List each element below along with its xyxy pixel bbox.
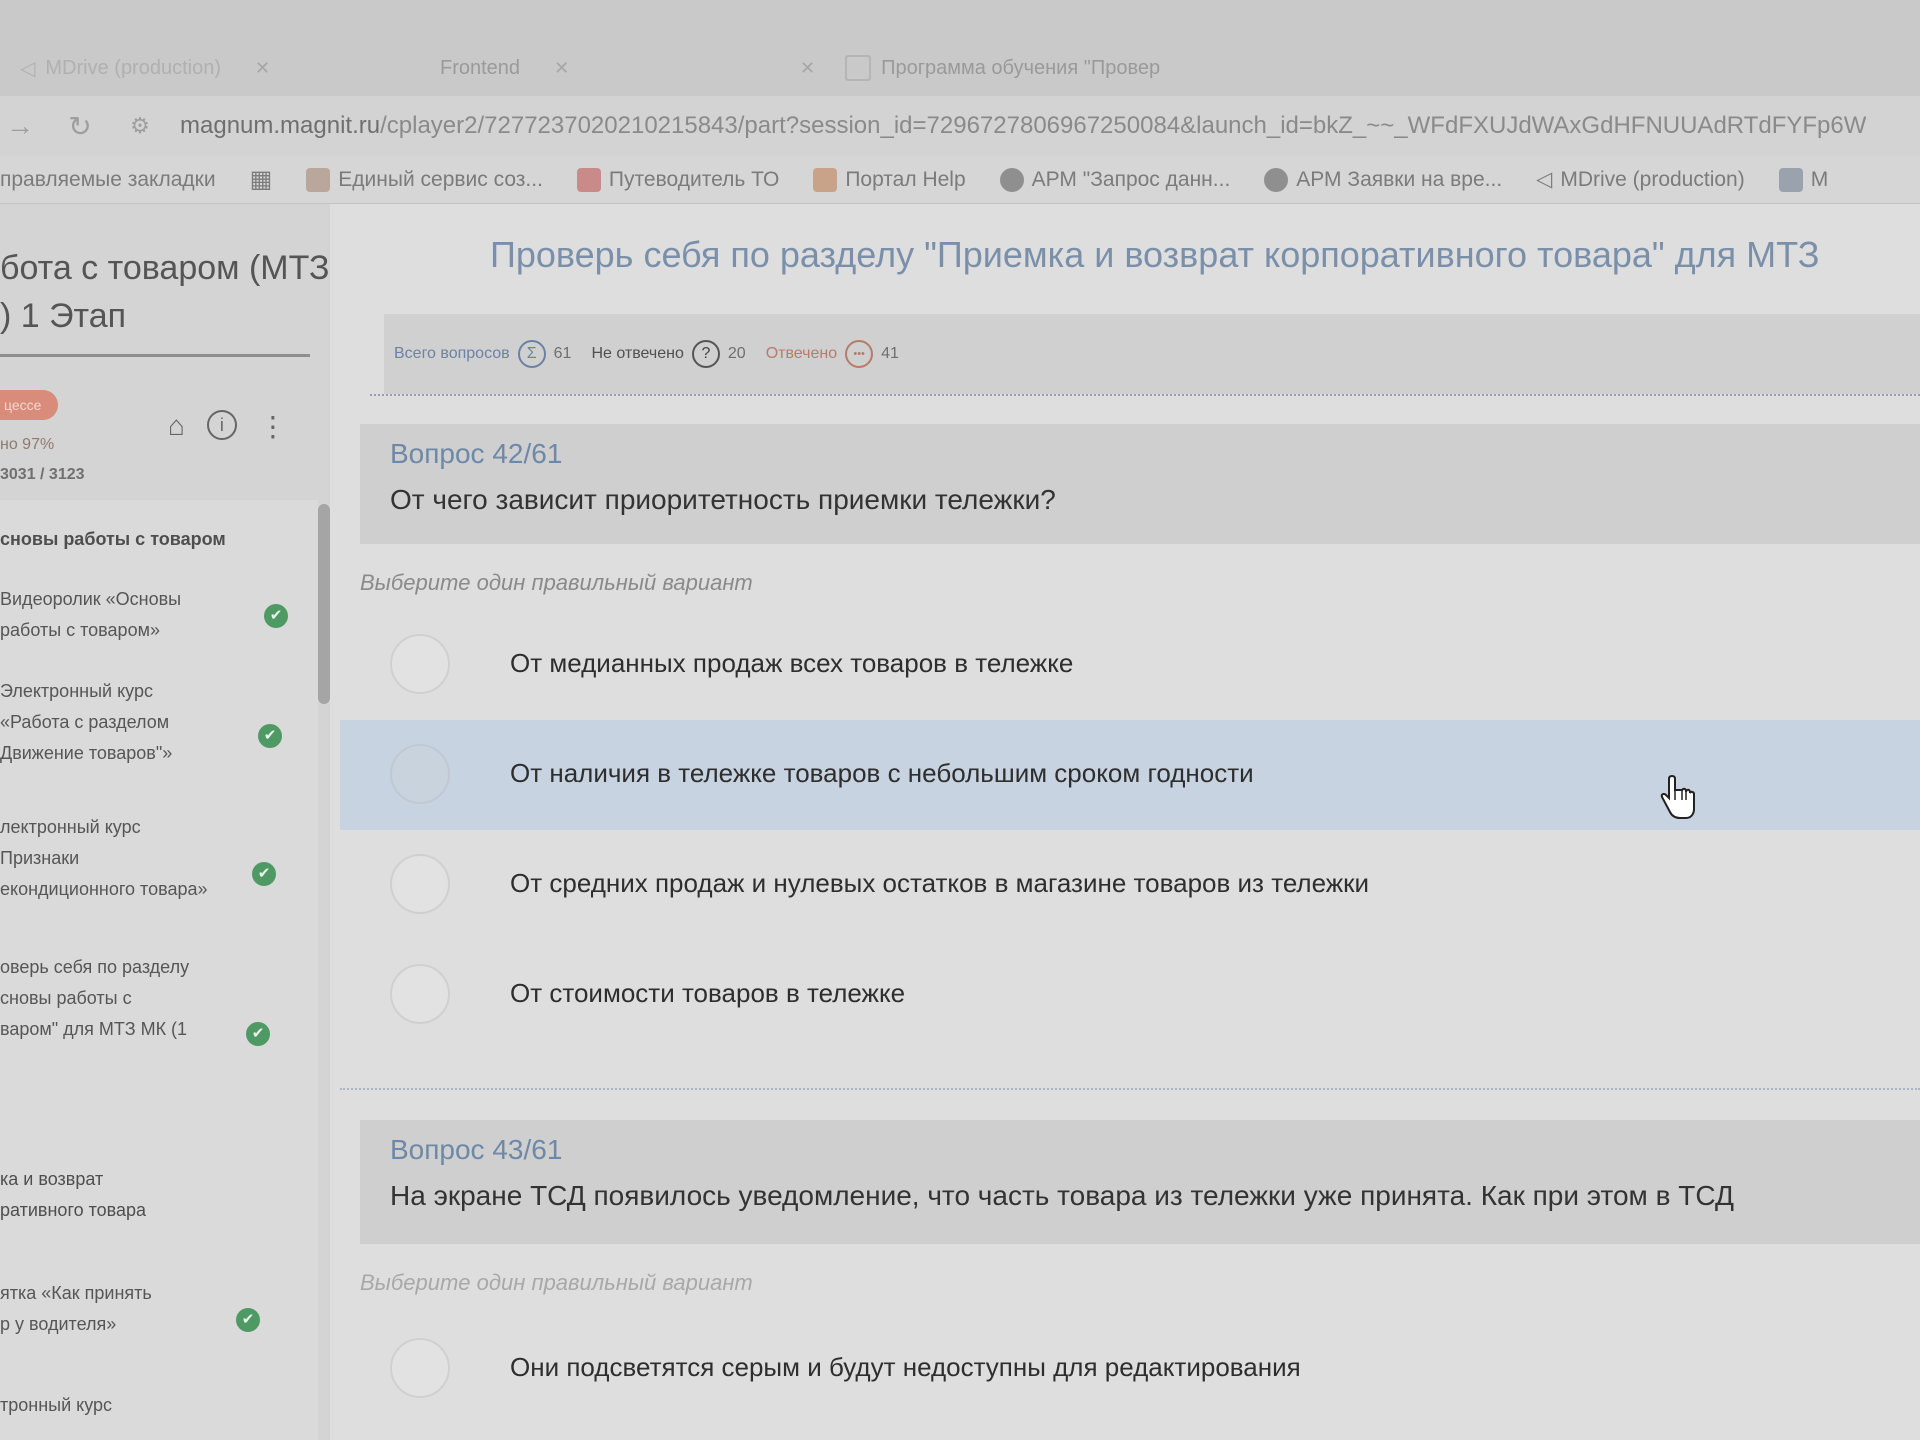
radio-button[interactable] xyxy=(390,744,450,804)
answer-option[interactable]: От средних продаж и нулевых остатков в м… xyxy=(340,830,1920,940)
answer-option[interactable]: От медианных продаж всех товаров в тележ… xyxy=(340,610,1920,720)
tab-frontend[interactable]: Frontend ✕ xyxy=(440,50,569,86)
answer-hint: Выберите один правильный вариант xyxy=(360,1270,753,1295)
stat-unanswered: Не отвечено ? 20 xyxy=(591,340,746,368)
sidebar-scrollbar[interactable] xyxy=(318,504,330,704)
sidebar-item-course[interactable]: тронный курс xyxy=(0,1390,300,1421)
question-text: От чего зависит приоритетность приемки т… xyxy=(390,484,1056,515)
sidebar-actions: ⌂ i ⋮ xyxy=(168,410,287,443)
page-title: Проверь себя по разделу "Приемка и возвр… xyxy=(490,234,1820,275)
answer-option[interactable]: Они подсветятся серым и будут недоступны… xyxy=(340,1314,1920,1424)
completed-check-icon: ✔ xyxy=(264,604,288,628)
course-item-list: сновы работы с товаром Видеоролик «Основ… xyxy=(0,500,318,1440)
mdrive-icon: ◁ xyxy=(1536,168,1553,191)
info-icon[interactable]: i xyxy=(206,410,237,440)
tab-mdrive[interactable]: ◁ MDrive (production) ✕ xyxy=(20,50,270,86)
bookmark-guide[interactable]: Путеводитель ТО xyxy=(576,167,779,192)
address-bar: → ↻ ⚙ magnum.magnit.ru/cplayer2/72772370… xyxy=(0,96,1920,156)
bookmark-help-portal[interactable]: Портал Help xyxy=(813,167,966,192)
hand-pointer-icon xyxy=(1660,774,1695,819)
ellipsis-icon: ••• xyxy=(845,340,874,368)
bookmark-arm-tickets[interactable]: АРМ Заявки на вре... xyxy=(1264,167,1502,192)
sidebar-item-receiving-returns[interactable]: ка и возврат ративного товара xyxy=(0,1164,300,1226)
tab-training-program[interactable]: ✕ Программа обучения "Провер xyxy=(800,50,1160,86)
sidebar-item-course-defective[interactable]: лектронный курс Признаки екондиционного … xyxy=(0,812,300,905)
more-vertical-icon[interactable]: ⋮ xyxy=(259,410,287,443)
progress-text: но 97% xyxy=(0,436,55,453)
close-icon[interactable]: ✕ xyxy=(554,58,569,79)
sidebar-item-video[interactable]: Видеоролик «Основы работы с товаром» xyxy=(0,584,300,646)
quiz-stats-bar: Всего вопросов Σ 61 Не отвечено ? 20 Отв… xyxy=(384,314,1920,394)
url-field[interactable]: magnum.magnit.ru/cplayer2/72772370202102… xyxy=(180,112,1866,140)
bookmark-icon xyxy=(306,167,331,192)
bookmark-managed[interactable]: правляемые закладки xyxy=(0,168,216,192)
completed-check-icon: ✔ xyxy=(252,862,276,886)
completed-check-icon: ✔ xyxy=(236,1308,260,1332)
forward-icon[interactable]: → xyxy=(0,110,40,142)
divider xyxy=(340,1088,1920,1090)
answer-hint: Выберите один правильный вариант xyxy=(360,570,753,595)
answer-option[interactable]: От стоимости товаров в тележке xyxy=(340,940,1920,1050)
completed-check-icon: ✔ xyxy=(258,724,282,748)
divider xyxy=(0,354,310,357)
question-text: На экране ТСД появилось уведомление, что… xyxy=(390,1180,1734,1211)
bookmark-arm-request[interactable]: АРМ "Запрос данн... xyxy=(999,167,1230,192)
sidebar-item-memo-driver[interactable]: ятка «Как принять р у водителя» xyxy=(0,1278,300,1340)
globe-icon xyxy=(1264,167,1289,192)
stat-total: Всего вопросов Σ 61 xyxy=(394,340,571,368)
question-header: Вопрос 43/61 На экране ТСД появилось уве… xyxy=(360,1120,1920,1244)
bookmark-icon xyxy=(1778,167,1803,192)
question-number: Вопрос 42/61 xyxy=(390,438,563,469)
course-sidebar: бота с товаром (МТЗ ) 1 Этап цессе но 97… xyxy=(0,204,330,1440)
question-mark-icon: ? xyxy=(691,340,720,368)
page-icon xyxy=(845,55,872,81)
bookmark-icon xyxy=(576,167,601,192)
status-badge: цессе xyxy=(0,390,58,420)
globe-icon xyxy=(999,167,1024,192)
radio-button[interactable] xyxy=(390,1338,450,1398)
radio-button[interactable] xyxy=(390,964,450,1024)
bookmark-unified-service[interactable]: Единый сервис соз... xyxy=(306,167,543,192)
quiz-main: Проверь себя по разделу "Приемка и возвр… xyxy=(330,204,1920,1440)
question-number: Вопрос 43/61 xyxy=(390,1134,563,1165)
bookmark-m[interactable]: M xyxy=(1778,167,1828,192)
completed-check-icon: ✔ xyxy=(246,1022,270,1046)
bookmarks-bar: правляемые закладки ▦ Единый сервис соз.… xyxy=(0,156,1920,204)
home-icon[interactable]: ⌂ xyxy=(168,410,185,443)
bookmark-mdrive[interactable]: ◁ MDrive (production) xyxy=(1536,167,1745,192)
question-header: Вопрос 42/61 От чего зависит приоритетно… xyxy=(360,424,1920,544)
close-icon[interactable]: ✕ xyxy=(800,58,815,79)
mdrive-icon: ◁ xyxy=(20,57,36,80)
points-text: 3031 / 3123 xyxy=(0,466,85,483)
site-settings-icon[interactable]: ⚙ xyxy=(120,113,160,139)
bookmark-icon xyxy=(813,167,838,192)
apps-grid-icon[interactable]: ▦ xyxy=(250,165,273,194)
reload-icon[interactable]: ↻ xyxy=(60,110,100,143)
stat-answered: Отвечено ••• 41 xyxy=(766,340,899,368)
course-title: бота с товаром (МТЗ ) 1 Этап xyxy=(0,249,330,335)
radio-button[interactable] xyxy=(390,634,450,694)
divider xyxy=(370,394,1920,396)
sidebar-item-course-movement[interactable]: Электронный курс «Работа с разделом Движ… xyxy=(0,676,300,769)
radio-button[interactable] xyxy=(390,854,450,914)
browser-tab-strip: ◁ MDrive (production) ✕ Frontend ✕ ✕ Про… xyxy=(0,0,1920,96)
close-icon[interactable]: ✕ xyxy=(255,58,270,79)
sidebar-item-basics[interactable]: сновы работы с товаром xyxy=(0,524,300,555)
sigma-icon: Σ xyxy=(517,340,546,368)
